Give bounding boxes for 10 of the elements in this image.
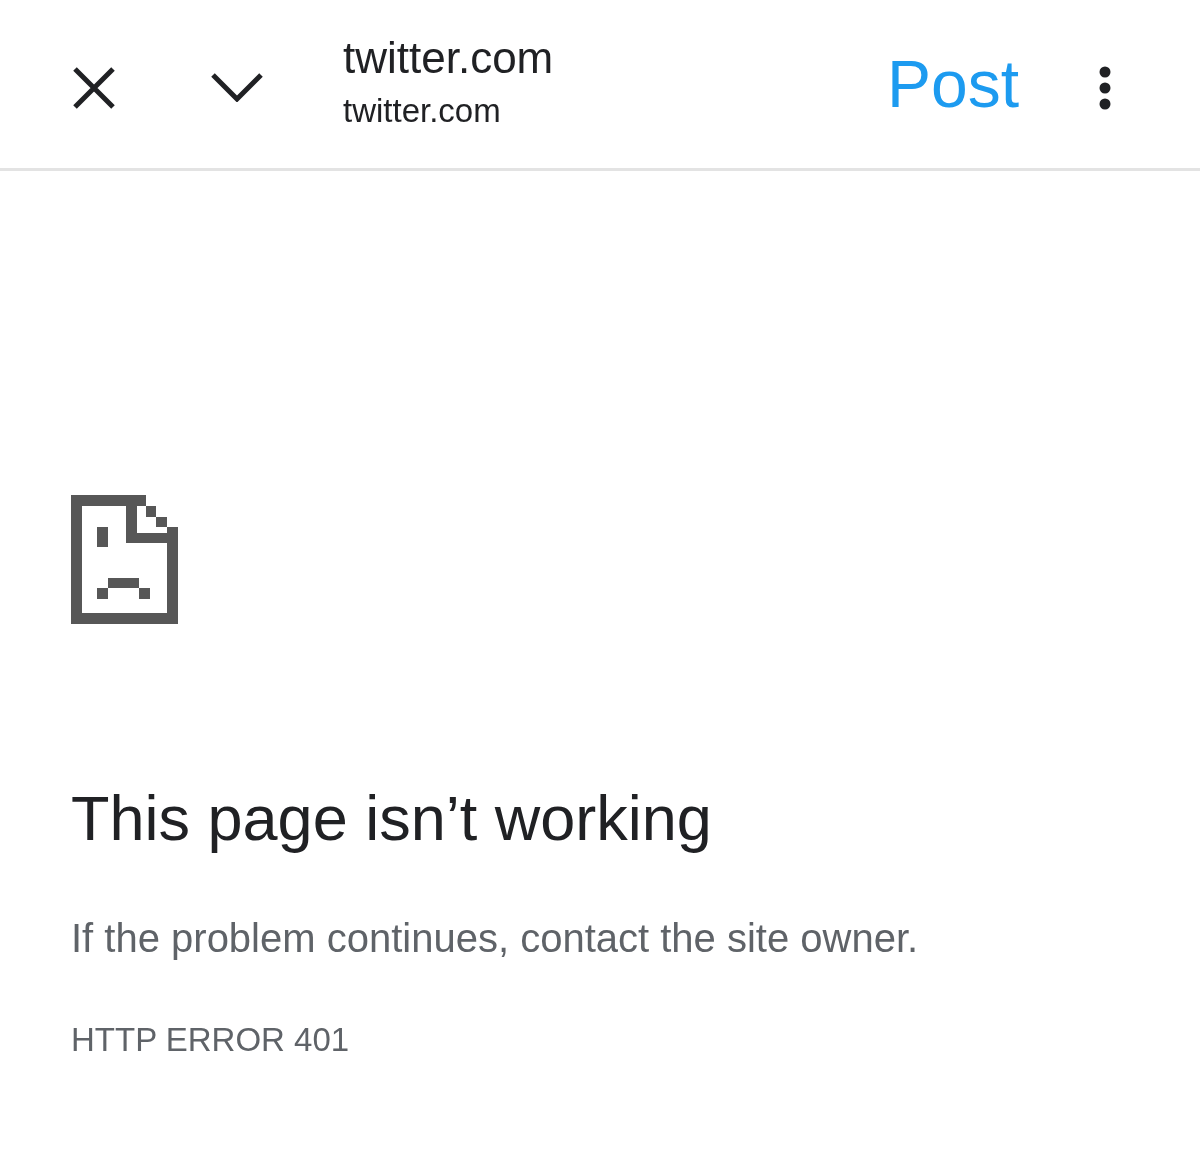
post-button[interactable]: Post — [886, 48, 1019, 120]
close-icon[interactable] — [72, 66, 116, 110]
sad-page-icon — [71, 495, 178, 624]
page-url: twitter.com — [343, 91, 501, 131]
error-message: If the problem continues, contact the site owner. — [71, 915, 919, 962]
chevron-down-icon[interactable] — [210, 72, 264, 102]
page-title: twitter.com — [343, 32, 554, 84]
more-options-icon[interactable] — [1099, 66, 1111, 110]
error-heading: This page isn’t working — [71, 782, 712, 854]
error-code: HTTP ERROR 401 — [71, 1020, 350, 1060]
